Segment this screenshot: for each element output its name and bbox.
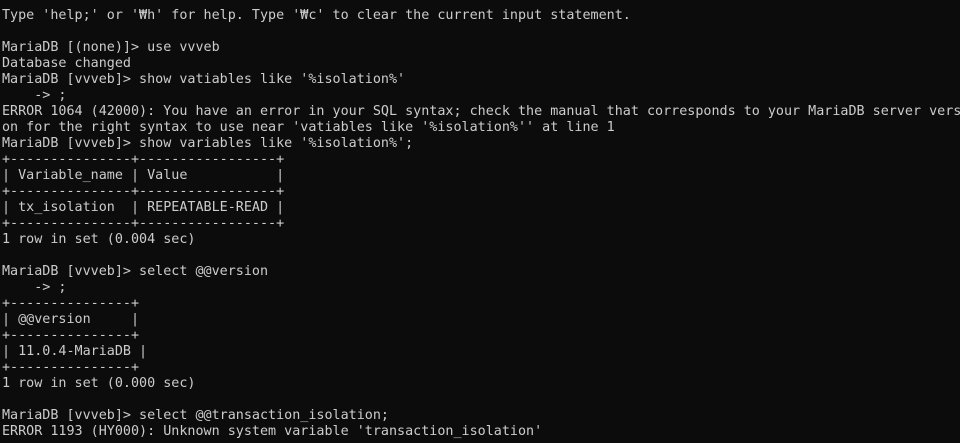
- output-line: Database changed: [2, 56, 131, 71]
- table-row: | tx_isolation | REPEATABLE-READ |: [2, 200, 285, 215]
- table-border: +---------------+: [2, 360, 140, 375]
- error-line: ERROR 1193 (HY000): Unknown system varia…: [2, 424, 543, 439]
- table-border: +---------------+: [2, 296, 140, 311]
- table-header-row: | @@version |: [2, 312, 140, 327]
- command-line: MariaDB [(none)]> use vvveb: [2, 40, 220, 55]
- error-line: on for the right syntax to use near 'vat…: [2, 120, 615, 135]
- result-summary: 1 row in set (0.000 sec): [2, 376, 196, 391]
- continuation-line: -> ;: [2, 88, 67, 103]
- command-line: MariaDB [vvveb]> select @@version: [2, 264, 269, 279]
- table-header-row: | Variable_name | Value |: [2, 168, 285, 183]
- command-line: MariaDB [vvveb]> show vatiables like '%i…: [2, 72, 406, 87]
- continuation-line: -> ;: [2, 280, 67, 295]
- error-line: ERROR 1064 (42000): You have an error in…: [2, 104, 960, 119]
- table-border: +---------------+-----------------+: [2, 152, 285, 167]
- table-border: +---------------+-----------------+: [2, 184, 285, 199]
- command-line: MariaDB [vvveb]> select @@transaction_is…: [2, 408, 389, 423]
- table-row: | 11.0.4-MariaDB |: [2, 344, 148, 359]
- command-line: MariaDB [vvveb]> show variables like '%i…: [2, 136, 414, 151]
- terminal-window[interactable]: Type 'help;' or '₩h' for help. Type '₩c'…: [0, 0, 960, 443]
- table-border: +---------------+-----------------+: [2, 216, 285, 231]
- output-line: Type 'help;' or '₩h' for help. Type '₩c'…: [2, 8, 631, 23]
- result-summary: 1 row in set (0.004 sec): [2, 232, 196, 247]
- table-border: +---------------+: [2, 328, 140, 343]
